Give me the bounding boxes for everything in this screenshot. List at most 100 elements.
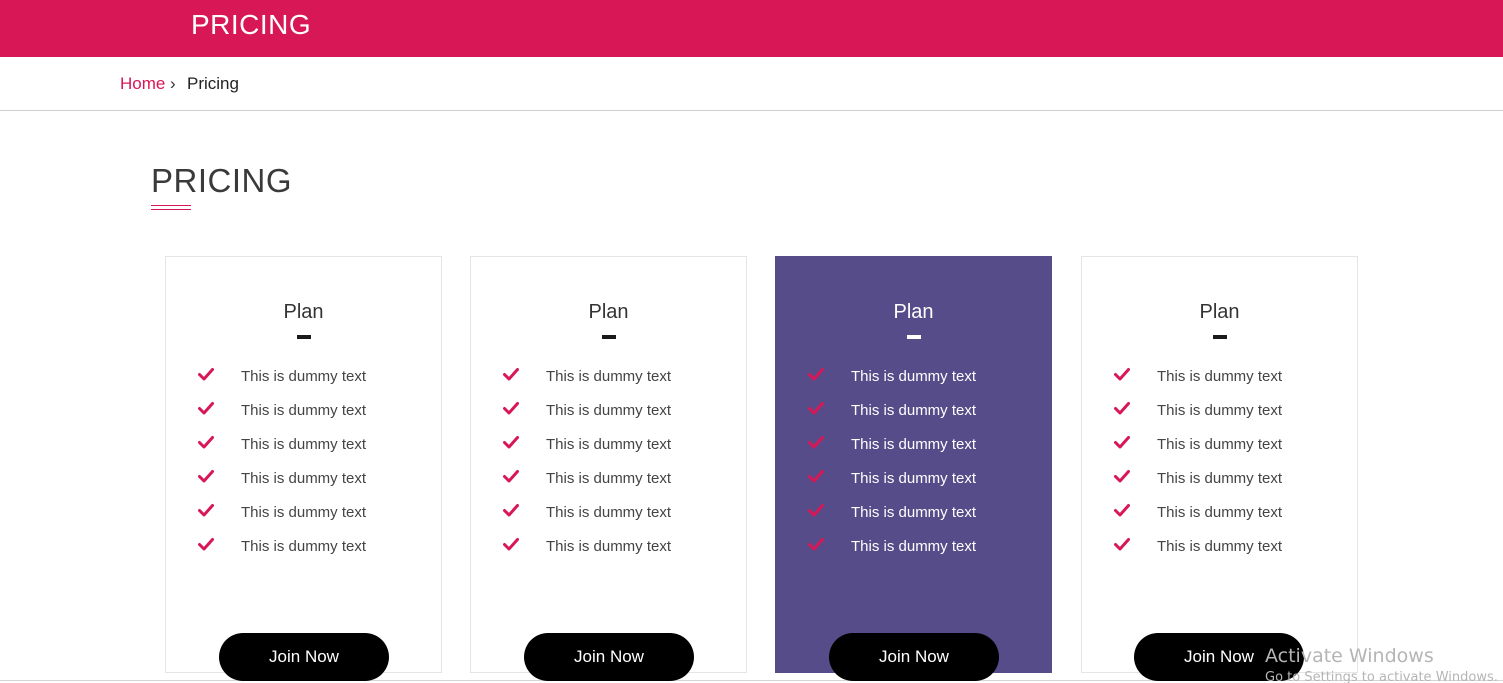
feature-text: This is dummy text — [241, 538, 367, 555]
header-title: PRICING — [191, 9, 312, 40]
feature-text: This is dummy text — [546, 504, 672, 521]
list-item: This is dummy text — [1082, 535, 1357, 569]
section-title-underline — [151, 205, 191, 210]
check-icon — [198, 470, 214, 483]
watermark-subtitle: Go to Settings to activate Windows. — [1265, 670, 1498, 683]
feature-list: This is dummy text This is dummy text Th… — [1082, 365, 1357, 569]
plan-divider — [297, 335, 311, 339]
check-icon — [503, 470, 519, 483]
check-icon — [1114, 504, 1130, 517]
feature-text: This is dummy text — [1157, 470, 1283, 487]
breadcrumb-home-link[interactable]: Home — [120, 74, 165, 94]
plan-divider — [1213, 335, 1227, 339]
feature-text: This is dummy text — [546, 368, 672, 385]
plan-divider — [907, 335, 921, 339]
feature-text: This is dummy text — [1157, 436, 1283, 453]
plan-divider — [602, 335, 616, 339]
list-item: This is dummy text — [471, 399, 746, 433]
list-item: This is dummy text — [166, 433, 441, 467]
feature-text: This is dummy text — [1157, 368, 1283, 385]
feature-text: This is dummy text — [546, 402, 672, 419]
check-icon — [198, 368, 214, 381]
check-icon — [198, 436, 214, 449]
list-item: This is dummy text — [776, 535, 1051, 569]
check-icon — [198, 504, 214, 517]
feature-text: This is dummy text — [851, 436, 977, 453]
check-icon — [503, 538, 519, 551]
pricing-card-1: Plan This is dummy text This is dummy te… — [165, 256, 442, 673]
list-item: This is dummy text — [1082, 399, 1357, 433]
feature-text: This is dummy text — [241, 470, 367, 487]
check-icon — [808, 470, 824, 483]
feature-list: This is dummy text This is dummy text Th… — [776, 365, 1051, 569]
list-item: This is dummy text — [776, 365, 1051, 399]
watermark-title: Activate Windows — [1265, 645, 1434, 667]
join-now-button[interactable]: Join Now — [524, 633, 694, 681]
check-icon — [198, 538, 214, 551]
check-icon — [808, 504, 824, 517]
list-item: This is dummy text — [776, 501, 1051, 535]
list-item: This is dummy text — [776, 467, 1051, 501]
list-item: This is dummy text — [1082, 467, 1357, 501]
feature-text: This is dummy text — [546, 436, 672, 453]
check-icon — [808, 402, 824, 415]
list-item: This is dummy text — [1082, 433, 1357, 467]
feature-text: This is dummy text — [851, 538, 977, 555]
plan-name: Plan — [893, 301, 934, 323]
feature-text: This is dummy text — [851, 504, 977, 521]
list-item: This is dummy text — [471, 433, 746, 467]
list-item: This is dummy text — [471, 501, 746, 535]
feature-list: This is dummy text This is dummy text Th… — [166, 365, 441, 569]
pricing-card-2: Plan This is dummy text This is dummy te… — [470, 256, 747, 673]
plan-name: Plan — [283, 301, 324, 323]
list-item: This is dummy text — [1082, 501, 1357, 535]
list-item: This is dummy text — [166, 501, 441, 535]
feature-text: This is dummy text — [241, 504, 367, 521]
plan-name: Plan — [1199, 301, 1240, 323]
list-item: This is dummy text — [1082, 365, 1357, 399]
feature-text: This is dummy text — [851, 368, 977, 385]
list-item: This is dummy text — [471, 535, 746, 569]
list-item: This is dummy text — [166, 365, 441, 399]
check-icon — [1114, 538, 1130, 551]
check-icon — [503, 436, 519, 449]
check-icon — [503, 402, 519, 415]
check-icon — [503, 368, 519, 381]
list-item: This is dummy text — [471, 467, 746, 501]
page-header-bar: PRICING — [0, 0, 1503, 57]
check-icon — [198, 402, 214, 415]
feature-list: This is dummy text This is dummy text Th… — [471, 365, 746, 569]
check-icon — [1114, 470, 1130, 483]
breadcrumb-current: Pricing — [187, 74, 239, 93]
activate-windows-watermark: Activate Windows Go to Settings to activ… — [1265, 645, 1498, 683]
feature-text: This is dummy text — [1157, 402, 1283, 419]
check-icon — [503, 504, 519, 517]
feature-text: This is dummy text — [1157, 504, 1283, 521]
join-now-button[interactable]: Join Now — [219, 633, 389, 681]
check-icon — [1114, 368, 1130, 381]
list-item: This is dummy text — [471, 365, 746, 399]
list-item: This is dummy text — [776, 399, 1051, 433]
list-item: This is dummy text — [776, 433, 1051, 467]
feature-text: This is dummy text — [241, 436, 367, 453]
check-icon — [1114, 402, 1130, 415]
feature-text: This is dummy text — [851, 470, 977, 487]
feature-text: This is dummy text — [546, 470, 672, 487]
check-icon — [808, 538, 824, 551]
pricing-card-3-featured: Plan This is dummy text This is dummy te… — [775, 256, 1052, 673]
breadcrumb-separator-icon: › — [170, 74, 176, 93]
join-now-button[interactable]: Join Now — [829, 633, 999, 681]
list-item: This is dummy text — [166, 399, 441, 433]
plan-name: Plan — [588, 301, 629, 323]
feature-text: This is dummy text — [241, 402, 367, 419]
pricing-card-4: Plan This is dummy text This is dummy te… — [1081, 256, 1358, 673]
feature-text: This is dummy text — [241, 368, 367, 385]
feature-text: This is dummy text — [1157, 538, 1283, 555]
check-icon — [808, 368, 824, 381]
breadcrumb: Home › Pricing — [0, 57, 1503, 111]
check-icon — [1114, 436, 1130, 449]
feature-text: This is dummy text — [851, 402, 977, 419]
section-title: PRICING — [151, 162, 293, 199]
check-icon — [808, 436, 824, 449]
list-item: This is dummy text — [166, 467, 441, 501]
